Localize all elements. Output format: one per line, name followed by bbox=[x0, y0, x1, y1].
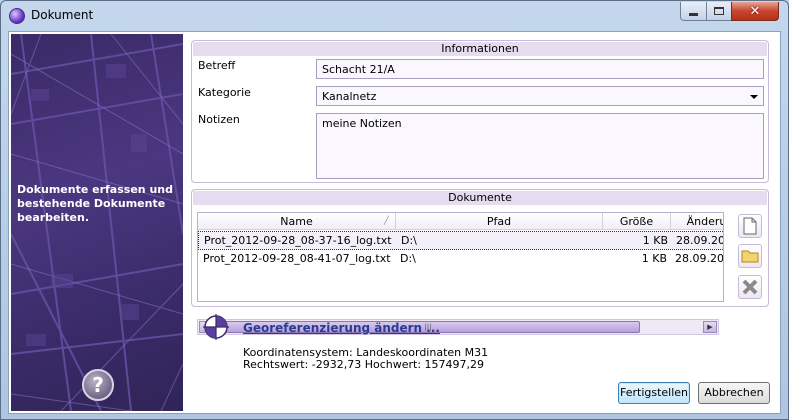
new-document-button[interactable] bbox=[738, 214, 762, 238]
georeference-link[interactable]: Georeferenzierung ändern ... bbox=[243, 321, 440, 335]
sort-indicator-icon: ╱ bbox=[384, 216, 389, 225]
table-row[interactable]: Prot_2012-09-28_08-41-07_log.txt D:\ 1 K… bbox=[198, 250, 724, 269]
table-row[interactable]: Prot_2012-09-28_08-37-16_log.txt D:\ 1 K… bbox=[198, 231, 723, 250]
help-icon: ? bbox=[92, 373, 104, 397]
finish-button[interactable]: Fertigstellen bbox=[618, 382, 690, 404]
maximize-button[interactable] bbox=[706, 2, 732, 21]
table-header: Name ╱ Pfad Größe Änderu bbox=[198, 213, 723, 230]
open-folder-button[interactable] bbox=[738, 244, 762, 268]
kategorie-label: Kategorie bbox=[198, 86, 251, 99]
notizen-value: meine Notizen bbox=[322, 117, 402, 130]
folder-icon bbox=[741, 250, 759, 263]
close-icon: ✕ bbox=[749, 3, 761, 19]
cell-groesse: 1 KB bbox=[642, 234, 668, 247]
cell-name: Prot_2012-09-28_08-41-07_log.txt bbox=[203, 252, 391, 265]
betreff-value: Schacht 21/A bbox=[322, 63, 395, 76]
help-button[interactable]: ? bbox=[82, 369, 114, 401]
crosshair-target-icon bbox=[203, 314, 229, 340]
blank-document-icon bbox=[743, 217, 757, 235]
betreff-label: Betreff bbox=[198, 59, 236, 72]
chevron-down-icon bbox=[750, 95, 758, 99]
cell-name: Prot_2012-09-28_08-37-16_log.txt bbox=[204, 234, 392, 247]
documents-panel-header: Dokumente bbox=[193, 191, 767, 205]
close-button[interactable]: ✕ bbox=[731, 2, 779, 21]
notizen-textarea[interactable]: meine Notizen bbox=[316, 113, 764, 179]
notizen-label: Notizen bbox=[198, 113, 240, 126]
betreff-input[interactable]: Schacht 21/A bbox=[316, 59, 764, 79]
window-title: Dokument bbox=[31, 8, 94, 22]
column-header-aenderung[interactable]: Änderu bbox=[671, 213, 723, 230]
column-header-groesse[interactable]: Größe bbox=[603, 213, 671, 230]
info-panel: Informationen Betreff Schacht 21/A Kateg… bbox=[191, 40, 769, 183]
cell-groesse: 1 KB bbox=[641, 252, 667, 265]
title-bar[interactable]: Dokument ✕ bbox=[1, 1, 788, 31]
cancel-button[interactable]: Abbrechen bbox=[698, 382, 770, 404]
cell-pfad: D:\ bbox=[400, 252, 416, 265]
purple-orb-icon bbox=[9, 8, 25, 24]
info-panel-header: Informationen bbox=[193, 42, 767, 56]
maximize-icon bbox=[714, 7, 724, 15]
cell-aenderung: 28.09.2012 bbox=[675, 252, 724, 265]
minimize-button[interactable] bbox=[680, 2, 707, 21]
dialog-client-area: Dokumente erfassen und bestehende Dokume… bbox=[8, 31, 781, 414]
cell-aenderung: 28.09.2012 bbox=[676, 234, 723, 247]
delete-x-icon bbox=[742, 279, 758, 295]
sidebar-banner: Dokumente erfassen und bestehende Dokume… bbox=[11, 34, 183, 411]
documents-table[interactable]: Name ╱ Pfad Größe Änderu Prot_2012-09-28… bbox=[197, 212, 724, 302]
sidebar-description: Dokumente erfassen und bestehende Dokume… bbox=[17, 183, 173, 224]
column-header-name[interactable]: Name bbox=[198, 213, 396, 230]
kategorie-select[interactable]: Kanalnetz bbox=[316, 86, 764, 106]
cell-pfad: D:\ bbox=[401, 234, 417, 247]
scroll-right-button[interactable]: ▶ bbox=[703, 321, 717, 333]
kategorie-value: Kanalnetz bbox=[322, 90, 377, 103]
coordinate-values-text: Rechtswert: -2932,73 Hochwert: 157497,29 bbox=[243, 358, 485, 371]
delete-document-button[interactable] bbox=[738, 275, 762, 299]
column-header-pfad[interactable]: Pfad bbox=[396, 213, 603, 230]
minimize-icon bbox=[689, 12, 698, 16]
dialog-window: Dokument ✕ Dokumente erfassen und besteh… bbox=[0, 0, 789, 420]
documents-panel: Dokumente Name ╱ Pfad Größe Änderu Prot_… bbox=[191, 189, 769, 335]
